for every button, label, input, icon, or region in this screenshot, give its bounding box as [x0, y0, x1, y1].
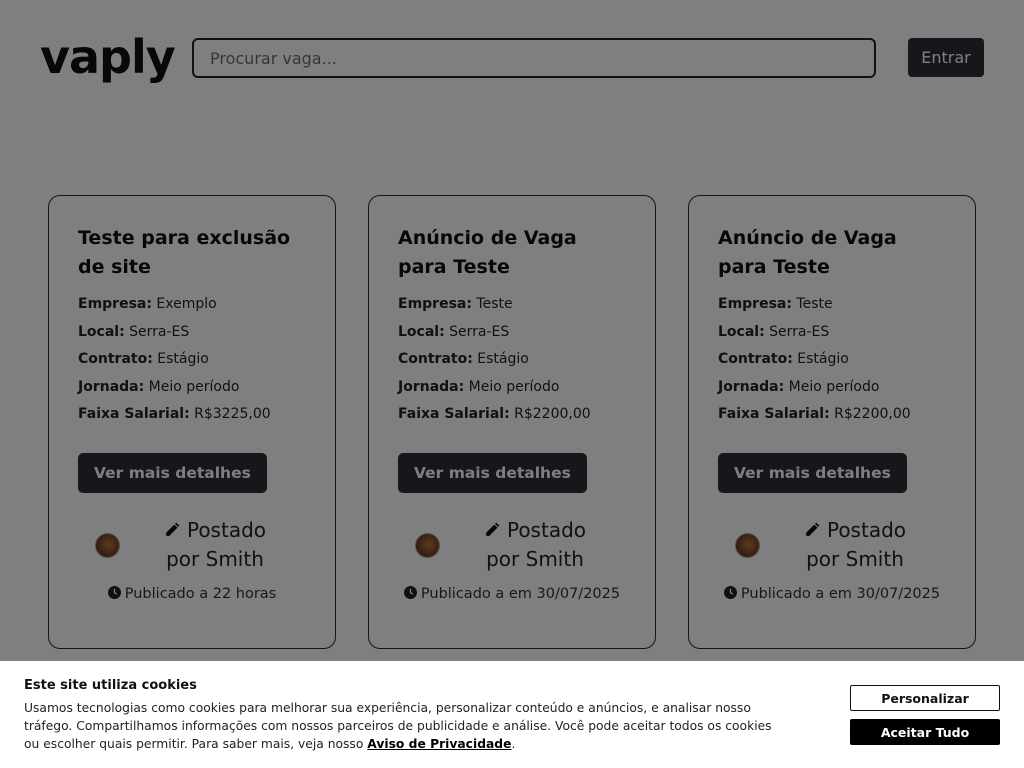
cookie-period: . [511, 737, 516, 751]
modal-overlay [0, 0, 1024, 768]
customize-button[interactable]: Personalizar [850, 685, 1000, 711]
accept-all-button[interactable]: Aceitar Tudo [850, 719, 1000, 745]
privacy-link[interactable]: Aviso de Privacidade [367, 737, 511, 751]
cookie-banner: Este site utiliza cookies Usamos tecnolo… [0, 661, 1024, 768]
cookie-description: Usamos tecnologias como cookies para mel… [24, 699, 774, 753]
cookie-title: Este site utiliza cookies [24, 678, 197, 693]
